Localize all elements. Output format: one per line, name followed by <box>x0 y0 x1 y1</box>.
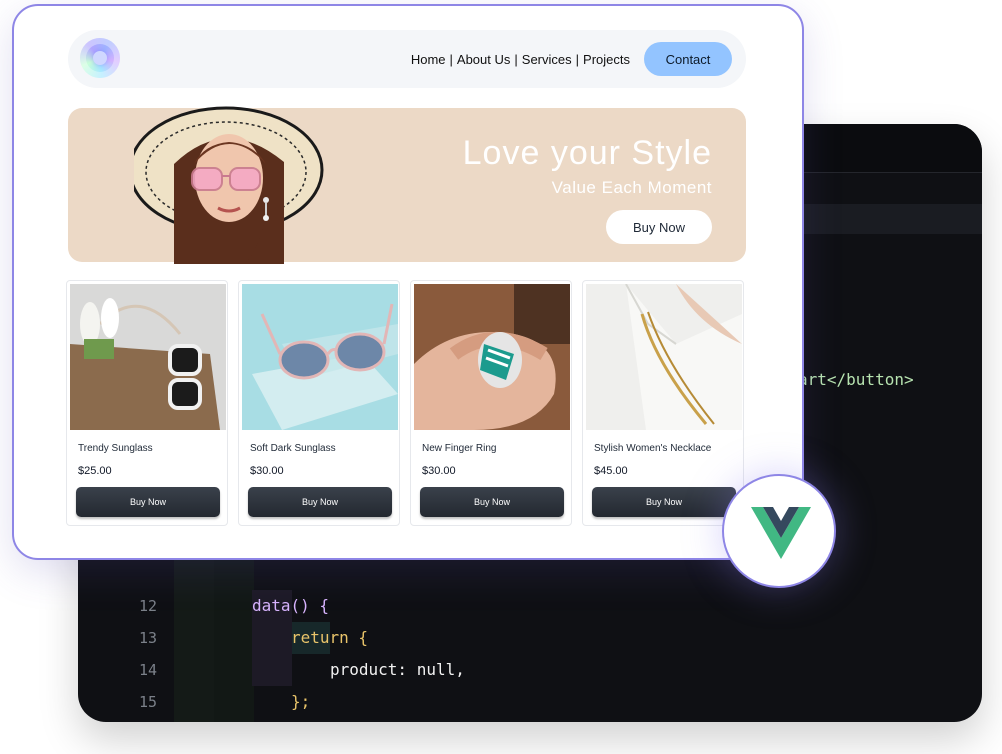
buy-now-button[interactable]: Buy Now <box>248 487 392 517</box>
nav-links: Home | About Us | Services | Projects <box>411 30 630 88</box>
product-card-soft-dark-sunglass: Soft Dark Sunglass $30.00 Buy Now <box>238 280 400 526</box>
navbar: Home | About Us | Services | Projects Co… <box>68 30 746 88</box>
code-line-13: 13 return { <box>138 628 369 647</box>
nav-separator: | <box>449 51 453 67</box>
product-price: $30.00 <box>250 465 284 477</box>
product-image-necklace <box>586 284 742 430</box>
gradient-logo-icon[interactable] <box>80 38 120 78</box>
product-card-trendy-sunglass: Trendy Sunglass $25.00 Buy Now <box>66 280 228 526</box>
nav-separator: | <box>575 51 580 67</box>
model-with-hat-image <box>134 106 324 264</box>
nav-link-home[interactable]: Home <box>411 52 446 67</box>
buy-now-button[interactable]: Buy Now <box>592 487 736 517</box>
product-price: $25.00 <box>78 465 112 477</box>
product-card-finger-ring: New Finger Ring $30.00 Buy Now <box>410 280 572 526</box>
product-name: New Finger Ring <box>422 443 497 454</box>
product-name: Trendy Sunglass <box>78 443 153 454</box>
vue-badge <box>722 474 836 588</box>
product-name: Stylish Women's Necklace <box>594 443 712 454</box>
product-name: Soft Dark Sunglass <box>250 443 336 454</box>
product-card-necklace: Stylish Women's Necklace $45.00 Buy Now <box>582 280 744 526</box>
hero-banner: Love your Style Value Each Moment Buy No… <box>68 106 746 264</box>
hero-buy-now-button[interactable]: Buy Now <box>606 210 712 244</box>
nav-link-services[interactable]: Services <box>522 52 572 67</box>
product-image-bag-sunglasses <box>70 284 226 430</box>
nav-separator: | <box>514 51 518 67</box>
vue-logo-icon <box>751 507 811 559</box>
code-line-12: 12 data() { <box>138 596 330 615</box>
nav-link-about[interactable]: About Us <box>457 52 510 67</box>
buy-now-button[interactable]: Buy Now <box>76 487 220 517</box>
product-price: $45.00 <box>594 465 628 477</box>
buy-now-button[interactable]: Buy Now <box>420 487 564 517</box>
code-fragment: art</button> <box>798 370 914 389</box>
code-line-14: 14 product: null, <box>138 660 465 679</box>
product-price: $30.00 <box>422 465 456 477</box>
product-image-ring-hand <box>414 284 570 430</box>
contact-button[interactable]: Contact <box>644 42 732 76</box>
hero-title: Love your Style <box>462 134 712 172</box>
code-line-16: 16}, <box>78 686 982 718</box>
product-image-sunglasses <box>242 284 398 430</box>
code-line-15: 15}; <box>138 692 311 711</box>
nav-link-projects[interactable]: Projects <box>583 52 630 67</box>
website-preview-card: Home | About Us | Services | Projects Co… <box>12 4 804 560</box>
hero-subtitle: Value Each Moment <box>551 178 712 197</box>
